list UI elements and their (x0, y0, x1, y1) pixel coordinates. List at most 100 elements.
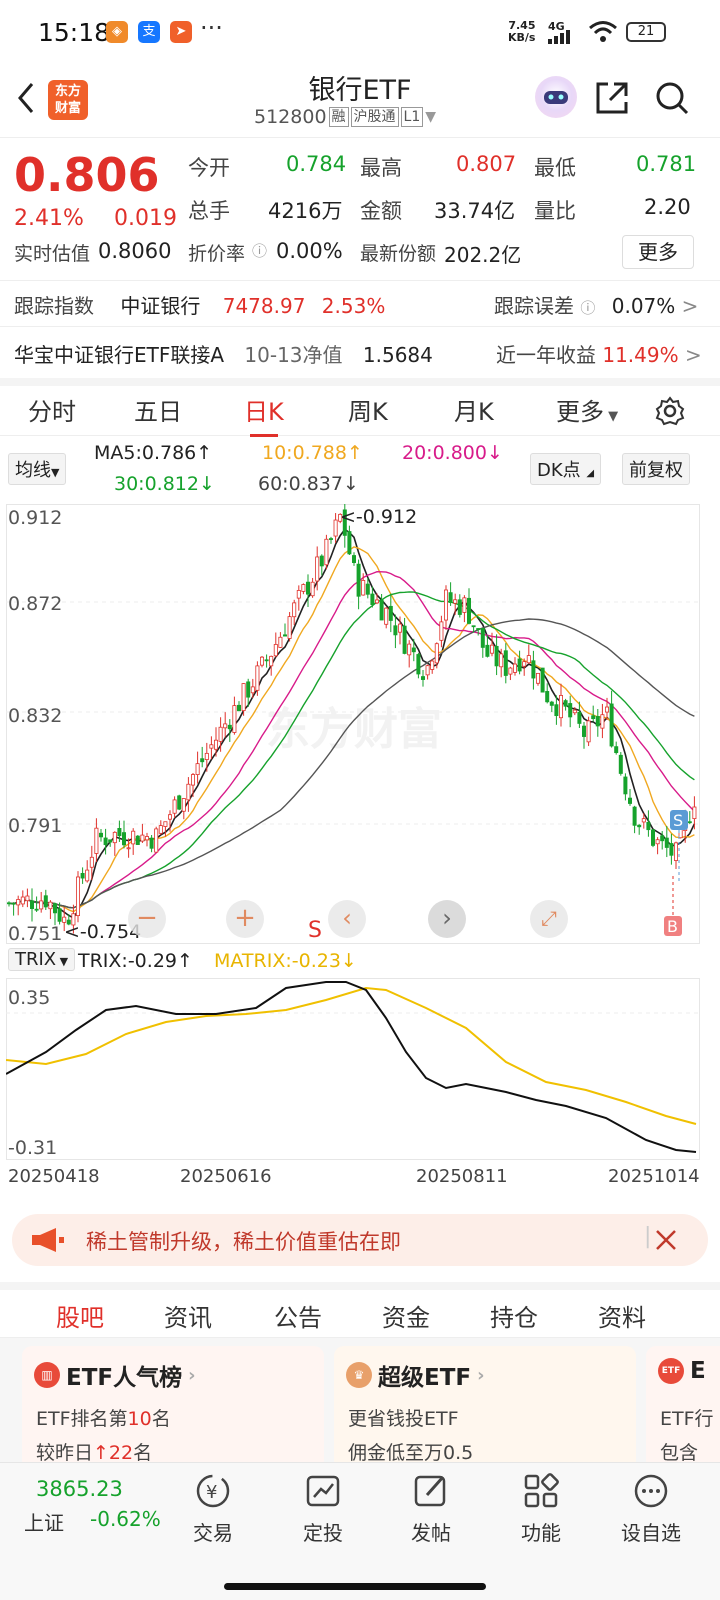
candle-body (462, 597, 467, 613)
tab-funds[interactable]: 资金 (382, 1298, 430, 1333)
promo-cards: ▥ ETF人气榜 › ETF排名第10名 较昨日↑22名 ♛ 超级ETF › 更省钱投E… (0, 1338, 720, 1462)
post-button[interactable]: 发帖 (386, 1471, 476, 1546)
crown-icon: ♛ (346, 1362, 372, 1388)
more-notifications-icon: ··· (200, 14, 223, 42)
search-icon[interactable] (654, 80, 690, 116)
connect-tag: 沪股通 (350, 107, 399, 127)
status-time: 15:18 (38, 18, 111, 47)
news-banner[interactable]: 稀土管制升级，稀土价值重估在即 | (12, 1214, 708, 1266)
tab-daily-k[interactable]: 日K (244, 392, 284, 437)
candle-body (572, 709, 577, 714)
divider (0, 280, 720, 281)
candle-body (310, 581, 315, 597)
candle-body (439, 621, 444, 641)
scroll-right-button[interactable]: › (428, 900, 466, 938)
home-indicator (224, 1583, 486, 1590)
candle-body (167, 814, 172, 820)
x-tick-4: 20251014 (608, 1166, 700, 1187)
candle-body (135, 835, 140, 845)
candle-body (563, 700, 568, 707)
indicator-selector[interactable]: TRIX ▼ (8, 948, 76, 971)
tab-holdings[interactable]: 持仓 (490, 1298, 538, 1333)
fullscreen-button[interactable]: ⤢ (530, 900, 568, 938)
x-tick-1: 20250418 (8, 1166, 100, 1187)
candle-body (669, 843, 674, 856)
wifi-icon (589, 21, 617, 42)
candle-body (540, 667, 545, 693)
tab-announcements[interactable]: 公告 (274, 1298, 322, 1333)
tab-guba[interactable]: 股吧 (56, 1298, 104, 1345)
candle-body (236, 704, 241, 712)
scroll-left-button[interactable]: ‹ (328, 900, 366, 938)
index-value: 3865.23 (36, 1477, 123, 1501)
candle-body (287, 616, 292, 639)
candle-body (623, 776, 628, 795)
tab-monthly-k[interactable]: 月K (454, 392, 494, 427)
candle-body (154, 828, 159, 853)
tab-profile[interactable]: 资料 (598, 1298, 646, 1333)
candle-body (559, 695, 564, 719)
shares-value: 202.2亿 (444, 243, 522, 267)
assistant-avatar[interactable] (535, 76, 577, 118)
candle-body (122, 832, 127, 846)
etf-popularity-card[interactable]: ▥ ETF人气榜 › ETF排名第10名 较昨日↑22名 (22, 1346, 324, 1462)
candle-body (227, 724, 232, 730)
amount-label: 金额 (360, 199, 402, 223)
card-title: ETF人气榜 (66, 1365, 183, 1391)
candle-body (99, 832, 104, 838)
volume-ratio-label: 量比 (534, 199, 576, 223)
close-icon[interactable] (654, 1228, 678, 1252)
zoom-out-button[interactable]: − (128, 900, 166, 938)
tab-more[interactable]: 更多 ▼ (556, 392, 618, 427)
candle-body (223, 723, 228, 729)
matrix-value: MATRIX:-0.23↓ (214, 950, 357, 972)
tab-news[interactable]: 资讯 (164, 1298, 212, 1333)
super-etf-card[interactable]: ♛ 超级ETF › 更省钱投ETF 佣金低至万0.5 (334, 1346, 636, 1462)
candle-body (476, 628, 481, 630)
candle-body (172, 799, 177, 814)
tracking-error[interactable]: 跟踪误差 ⓘ 0.07% > (494, 290, 698, 319)
candlestick-chart[interactable]: 东方财富 0.912 0.872 0.832 0.791 0.751 <-0.9… (6, 499, 700, 945)
candle-body (595, 716, 600, 727)
alipay-icon: 支 (138, 21, 160, 43)
x-tick-3: 20250811 (416, 1166, 508, 1187)
share-icon[interactable] (594, 80, 630, 116)
one-year-return[interactable]: 近一年收益 11.49% > (496, 339, 702, 368)
ma-type-selector[interactable]: 均线▼ (8, 453, 67, 485)
candle-body (259, 656, 264, 666)
dk-point-button[interactable]: DK点 ◢ (530, 453, 602, 485)
ma60-value: 60:0.837↓ (258, 473, 359, 495)
tab-intraday[interactable]: 分时 (28, 392, 76, 427)
candle-body (190, 774, 195, 786)
tracking-index-row[interactable]: 跟踪指数 中证银行 7478.97 2.53% (14, 290, 385, 319)
candle-body (319, 555, 324, 567)
info-icon[interactable]: ⓘ (252, 240, 267, 261)
tab-five-day[interactable]: 五日 (134, 392, 182, 427)
premium-value: 0.00% (276, 239, 343, 263)
forward-adjust-button[interactable]: 前复权 (622, 453, 690, 485)
trade-button[interactable]: ¥ 交易 (168, 1471, 258, 1546)
buy-marker: B (664, 876, 682, 936)
linked-fund-name: 华宝中证银行ETF联接A (14, 343, 225, 367)
candle-body (393, 625, 398, 636)
security-code-row[interactable]: 512800 融 沪股通 L1 ▼ (254, 106, 436, 128)
functions-button[interactable]: 功能 (496, 1471, 586, 1546)
candle-body (420, 676, 425, 680)
trix-y-top: 0.35 (8, 987, 50, 1009)
candle-body (430, 660, 435, 670)
candle-body (29, 900, 34, 909)
more-quote-button[interactable]: 更多 (622, 235, 694, 269)
etf-third-card[interactable]: ETF E ETF行 包含 (646, 1346, 720, 1462)
trix-chart[interactable]: 0.35 -0.31 (5, 978, 700, 1160)
zoom-in-button[interactable]: + (226, 900, 264, 938)
linked-fund-row[interactable]: 华宝中证银行ETF联接A 10-13净值 1.5684 (14, 339, 433, 368)
candle-body (163, 821, 168, 827)
settings-gear-icon[interactable] (655, 396, 685, 426)
tab-weekly-k[interactable]: 周K (348, 392, 388, 427)
y-label-top: 0.912 (8, 507, 62, 529)
add-watchlist-button[interactable]: 设自选 (606, 1471, 696, 1546)
amount-value: 33.74亿 (434, 199, 516, 223)
candle-body (370, 593, 375, 606)
auto-invest-button[interactable]: 定投 (278, 1471, 368, 1546)
volume-ratio-value: 2.20 (644, 195, 691, 219)
